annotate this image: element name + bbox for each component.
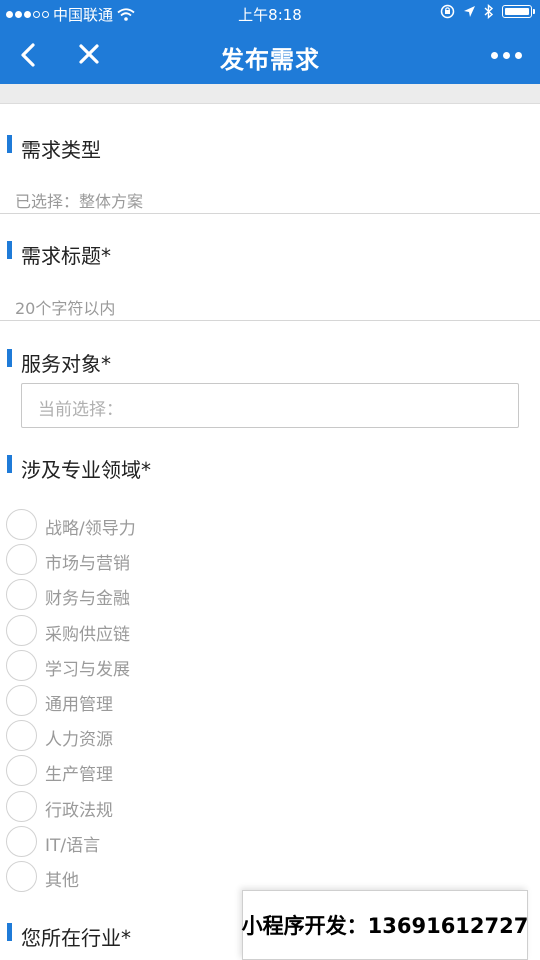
- section-title: 涉及专业领域*: [21, 458, 151, 482]
- more-dot: [514, 51, 522, 59]
- option-label: 其他: [45, 870, 79, 891]
- option-label: 学习与发展: [45, 659, 130, 680]
- section-demand-type: 需求类型: [0, 134, 540, 164]
- radio-button[interactable]: [6, 509, 37, 540]
- radio-button[interactable]: [6, 720, 37, 752]
- status-bar: 中国联通 上午8:18: [0, 0, 540, 26]
- domain-option[interactable]: 市场与营销: [0, 543, 540, 578]
- service-target-select[interactable]: 当前选择：: [21, 383, 519, 428]
- domain-option[interactable]: 行政法规: [0, 790, 540, 825]
- bluetooth-icon: [484, 4, 494, 19]
- location-icon: [464, 6, 475, 17]
- section-title: 服务对象*: [21, 352, 111, 376]
- divider: [0, 320, 540, 321]
- domain-options-list: 战略/领导力 市场与营销 财务与金融 采购供应链 学习与发展 通用管理 人力资源…: [0, 508, 540, 895]
- radio-button[interactable]: [6, 544, 37, 576]
- section-accent-bar: [7, 923, 12, 941]
- section-service-target: 服务对象*: [0, 348, 540, 378]
- domain-option[interactable]: 财务与金融: [0, 578, 540, 613]
- radio-button[interactable]: [6, 755, 37, 787]
- domain-option[interactable]: IT/语言: [0, 825, 540, 860]
- section-domain: 涉及专业领域*: [0, 454, 540, 484]
- domain-option[interactable]: 通用管理: [0, 684, 540, 719]
- section-accent-bar: [7, 241, 12, 259]
- domain-option[interactable]: 学习与发展: [0, 649, 540, 684]
- option-label: 财务与金融: [45, 589, 130, 610]
- domain-option[interactable]: 人力资源: [0, 719, 540, 754]
- radio-button[interactable]: [6, 614, 37, 646]
- option-label: 市场与营销: [45, 554, 130, 575]
- option-label: 行政法规: [45, 800, 113, 821]
- domain-option[interactable]: 战略/领导力: [0, 508, 540, 543]
- watermark-text: 小程序开发：13691612727: [241, 914, 529, 938]
- divider: [0, 213, 540, 214]
- section-accent-bar: [7, 135, 12, 153]
- header-separator: [0, 84, 540, 104]
- option-label: 战略/领导力: [45, 519, 136, 539]
- section-title: 需求类型: [21, 138, 101, 162]
- radio-button[interactable]: [6, 649, 37, 681]
- more-button[interactable]: [486, 40, 526, 70]
- contact-watermark: 小程序开发：13691612727: [242, 890, 528, 960]
- demand-title-input[interactable]: 20个字符以内: [15, 295, 115, 319]
- status-right: [440, 4, 535, 19]
- radio-button[interactable]: [6, 790, 37, 822]
- option-label: 通用管理: [45, 694, 113, 715]
- nav-bar: 发布需求: [0, 26, 540, 84]
- domain-option[interactable]: 生产管理: [0, 754, 540, 789]
- more-dot: [490, 51, 498, 59]
- section-accent-bar: [7, 349, 12, 367]
- demand-type-value[interactable]: 已选择：整体方案: [15, 188, 143, 212]
- more-dot: [502, 51, 510, 59]
- radio-button[interactable]: [6, 579, 37, 611]
- battery-icon: [502, 5, 535, 18]
- section-title: 需求标题*: [21, 244, 111, 268]
- option-label: 人力资源: [45, 730, 113, 751]
- radio-button[interactable]: [6, 825, 37, 857]
- radio-button[interactable]: [6, 684, 37, 716]
- option-label: IT/语言: [45, 835, 101, 856]
- section-demand-title: 需求标题*: [0, 240, 540, 270]
- section-title: 您所在行业*: [21, 926, 131, 950]
- service-target-placeholder: 当前选择：: [38, 400, 123, 420]
- radio-button[interactable]: [6, 860, 37, 892]
- domain-option[interactable]: 采购供应链: [0, 614, 540, 649]
- page-title: 发布需求: [220, 46, 320, 74]
- option-label: 生产管理: [45, 765, 113, 786]
- orientation-lock-icon: [440, 4, 455, 19]
- section-accent-bar: [7, 455, 12, 473]
- option-label: 采购供应链: [45, 624, 130, 645]
